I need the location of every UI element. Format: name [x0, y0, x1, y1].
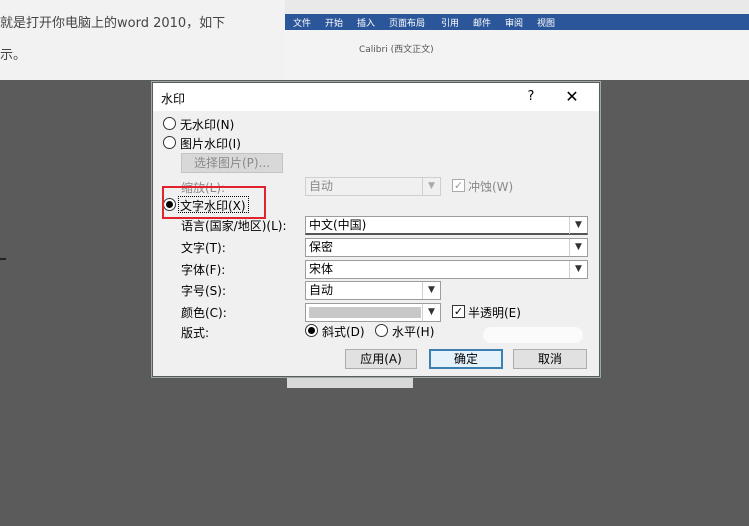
divider	[0, 258, 6, 260]
chevron-down-icon: ▼	[422, 304, 440, 321]
close-button[interactable]: ✕	[557, 86, 587, 108]
word-tab: 页面布局	[389, 19, 426, 29]
word-tab: 引用	[441, 19, 460, 29]
color-swatch	[309, 307, 421, 318]
no-watermark-label[interactable]: 无水印(N)	[180, 116, 234, 133]
picture-watermark-label[interactable]: 图片水印(I)	[180, 135, 241, 152]
semitransparent-label[interactable]: 半透明(E)	[468, 304, 521, 321]
article-background: 就是打开你电脑上的word 2010，如下 示。	[0, 0, 285, 80]
font-label: 字体(F):	[181, 263, 226, 277]
semitransparent-checkbox[interactable]: ✓	[452, 305, 465, 318]
language-value: 中文(中国)	[309, 218, 367, 232]
washout-label: 冲蚀(W)	[468, 180, 514, 194]
chevron-down-icon: ▼	[569, 239, 587, 256]
size-label: 字号(S):	[181, 284, 227, 298]
word-ribbon-tabs: 文件 开始 插入 页面布局 引用 邮件 审阅 视图	[285, 14, 749, 30]
word-tab: 视图	[537, 19, 556, 29]
text-label: 文字(T):	[181, 241, 226, 255]
text-dropdown[interactable]: 保密 ▼	[305, 238, 588, 257]
washout-checkbox[interactable]: ✓	[452, 179, 465, 192]
word-tab: 文件	[293, 19, 312, 29]
article-line-2: 示。	[0, 48, 27, 63]
picture-watermark-radio[interactable]	[163, 136, 176, 149]
word-tab: 邮件	[473, 19, 492, 29]
diagonal-radio[interactable]	[305, 324, 318, 337]
language-dropdown[interactable]: 中文(中国) ▼	[305, 216, 588, 235]
image-watermark-smudge	[483, 327, 583, 343]
font-dropdown[interactable]: 宋体 ▼	[305, 260, 588, 279]
ok-button[interactable]: 确定	[429, 349, 503, 369]
chevron-down-icon: ▼	[422, 178, 440, 195]
size-value: 自动	[309, 283, 334, 297]
language-label: 语言(国家/地区)(L):	[181, 219, 287, 233]
scale-value: 自动	[309, 179, 334, 193]
no-watermark-radio[interactable]	[163, 117, 176, 130]
article-line-1: 就是打开你电脑上的word 2010，如下	[0, 16, 226, 31]
word-tab: 开始	[325, 19, 344, 29]
word-tab: 审阅	[505, 19, 524, 29]
chevron-down-icon: ▼	[569, 217, 587, 234]
word-ribbon: Calibri (西文正文)	[285, 30, 749, 80]
word-tab: 插入	[357, 19, 376, 29]
diagonal-label[interactable]: 斜式(D)	[322, 323, 365, 340]
cancel-button[interactable]: 取消	[513, 349, 587, 369]
horizontal-radio[interactable]	[375, 324, 388, 337]
dialog-title: 水印	[161, 92, 186, 106]
size-dropdown[interactable]: 自动 ▼	[305, 281, 441, 300]
color-dropdown[interactable]: ▼	[305, 303, 441, 322]
font-value: 宋体	[309, 262, 334, 276]
chevron-down-icon: ▼	[569, 261, 587, 278]
scale-dropdown[interactable]: 自动 ▼	[305, 177, 441, 196]
layout-label: 版式:	[181, 326, 210, 340]
chevron-down-icon: ▼	[422, 282, 440, 299]
word-font-box: Calibri (西文正文)	[359, 45, 434, 55]
select-picture-button[interactable]: 选择图片(P)...	[181, 153, 283, 173]
horizontal-label[interactable]: 水平(H)	[392, 323, 434, 340]
watermark-dialog: 水印 ? ✕ 无水印(N) 图片水印(I) 选择图片(P)... 缩放(L): …	[152, 82, 600, 377]
text-value: 保密	[309, 240, 334, 254]
dialog-titlebar[interactable]: 水印 ? ✕	[153, 83, 599, 111]
apply-button[interactable]: 应用(A)	[345, 349, 417, 369]
highlight-annotation	[162, 186, 266, 219]
color-label: 颜色(C):	[181, 306, 227, 320]
help-button[interactable]: ?	[519, 86, 543, 108]
word-window-screenshot: 文件 开始 插入 页面布局 引用 邮件 审阅 视图 Calibri (西文正文)	[285, 0, 749, 80]
